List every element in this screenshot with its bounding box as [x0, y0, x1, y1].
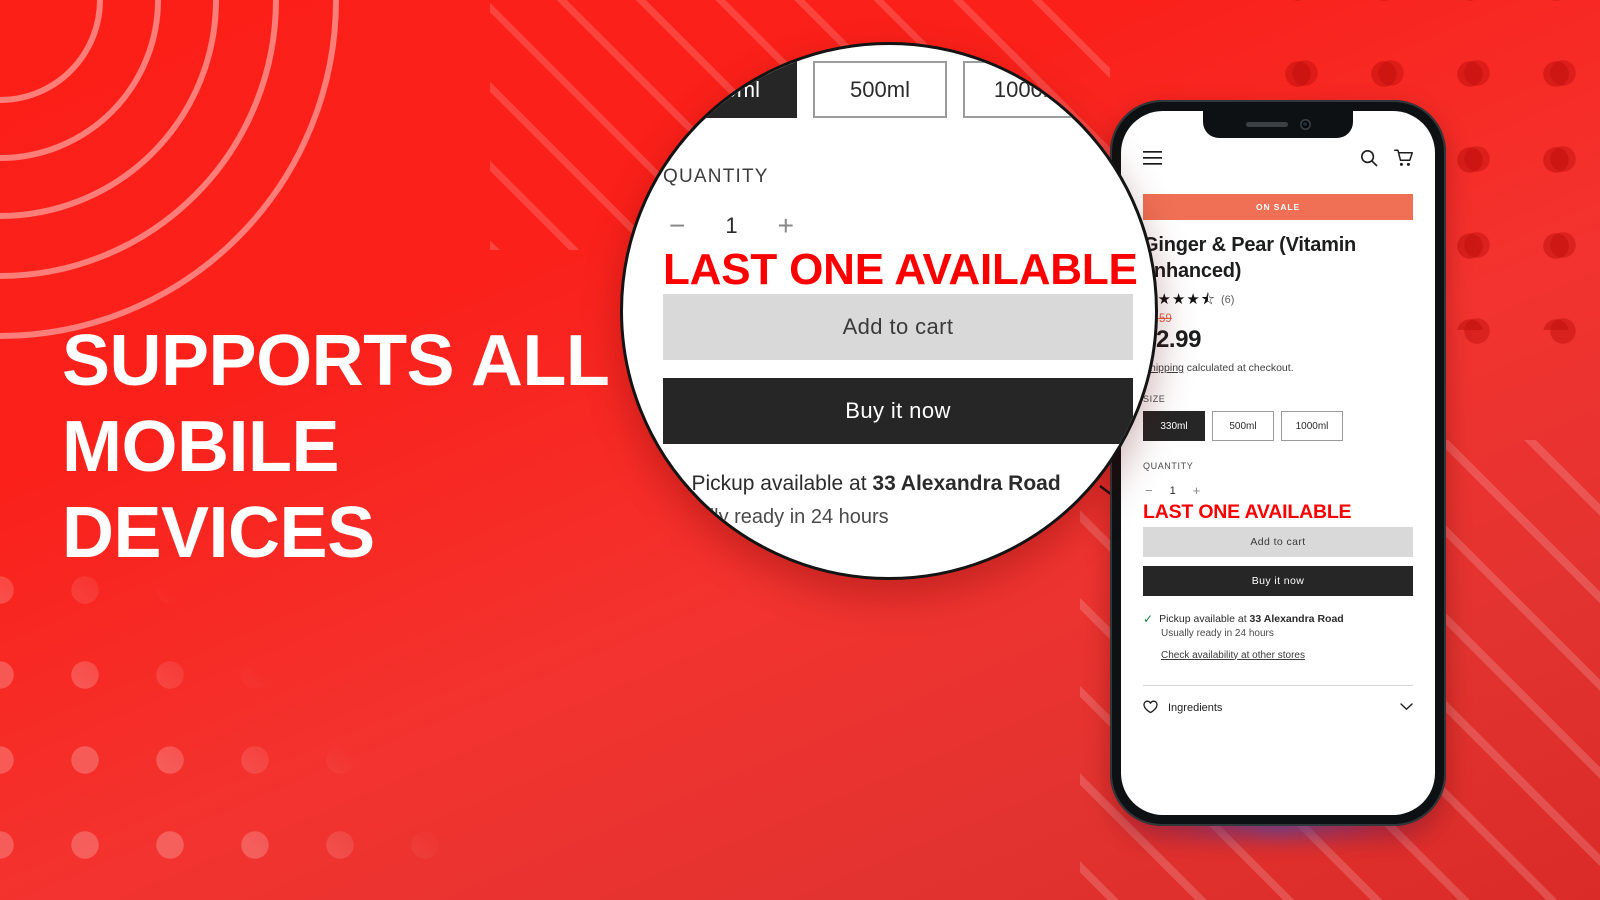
pickup-status: ✓ Pickup available at 33 Alexandra Road	[1143, 613, 1413, 625]
magnified-buy-it-now-button[interactable]: Buy it now	[663, 378, 1133, 444]
magnified-stock-alert: LAST ONE AVAILABLE	[663, 245, 1138, 294]
product-rating[interactable]: ★★★★⯪ (6)	[1143, 292, 1413, 307]
magnified-add-to-cart-button[interactable]: Add to cart	[663, 294, 1133, 360]
magnified-size-option-330ml[interactable]: 330ml	[663, 61, 797, 118]
chevron-down-icon[interactable]	[1400, 702, 1413, 714]
magnified-pickup-text: Pickup available at 33 Alexandra Road	[691, 472, 1060, 496]
phone-screen: ON SALE Ginger & Pear (Vitamin enhanced)…	[1121, 111, 1435, 815]
status-badge: ON SALE	[1143, 194, 1413, 220]
magnified-size-option-group: 330ml 500ml 1000ml	[663, 61, 1133, 118]
size-option-group: 330ml 500ml 1000ml	[1143, 411, 1413, 441]
quantity-increase-button[interactable]: +	[1193, 484, 1201, 497]
front-camera-icon	[1299, 119, 1311, 130]
pickup-text: Pickup available at 33 Alexandra Road	[1159, 613, 1344, 625]
shopping-cart-icon[interactable]	[1394, 149, 1413, 172]
phone-device: ON SALE Ginger & Pear (Vitamin enhanced)…	[1110, 100, 1446, 826]
pickup-prefix: Pickup available at	[1159, 612, 1250, 625]
magnified-size-option-1000ml[interactable]: 1000ml	[963, 61, 1097, 118]
quantity-label: QUANTITY	[1143, 461, 1194, 471]
size-option-500ml[interactable]: 500ml	[1212, 411, 1274, 441]
magnified-quantity-stepper[interactable]: − 1 +	[663, 206, 1133, 240]
accordion-label: Ingredients	[1168, 702, 1223, 714]
magnifier-callout: 330ml 500ml 1000ml QUANTITY − 1 + LAST O…	[620, 42, 1158, 580]
quantity-value[interactable]: 1	[1170, 485, 1176, 497]
magnifier-content: 330ml 500ml 1000ml QUANTITY − 1 + LAST O…	[663, 61, 1138, 529]
pickup-ready-time: Usually ready in 24 hours	[1161, 627, 1274, 639]
pickup-store-name: 33 Alexandra Road	[1249, 612, 1344, 625]
search-icon[interactable]	[1360, 149, 1378, 172]
shipping-note-rest: calculated at checkout.	[1183, 362, 1294, 374]
magnified-pickup-status: ✓ Pickup available at 33 Alexandra Road	[663, 472, 1133, 496]
add-to-cart-button[interactable]: Add to cart	[1143, 526, 1413, 557]
compare-at-price: $4.59	[1143, 313, 1413, 325]
check-icon: ✓	[1143, 611, 1154, 626]
accordion-item-ingredients[interactable]: Ingredients	[1143, 686, 1413, 717]
phone-notch	[1203, 111, 1353, 138]
magnified-quantity-increase-button[interactable]: +	[778, 212, 794, 240]
magnified-check-icon: ✓	[663, 470, 682, 495]
magnified-pickup-store-name: 33 Alexandra Road	[872, 472, 1061, 495]
app-bar-actions	[1360, 149, 1413, 172]
product-price: $2.99	[1143, 326, 1202, 353]
magnified-quantity-value[interactable]: 1	[725, 213, 737, 239]
quantity-stepper[interactable]: − 1 +	[1143, 478, 1413, 497]
size-option-1000ml[interactable]: 1000ml	[1281, 411, 1343, 441]
speaker-icon	[1245, 122, 1288, 127]
magnified-quantity-decrease-button[interactable]: −	[669, 212, 685, 240]
product-title: Ginger & Pear (Vitamin enhanced)	[1143, 234, 1357, 282]
poster-canvas: SUPPORTS ALL MOBILE DEVICES ON SALE Ging…	[0, 0, 1600, 900]
magnified-pickup-availability: ✓ Pickup available at 33 Alexandra Road …	[663, 472, 1133, 529]
magnifier-lens: 330ml 500ml 1000ml QUANTITY − 1 + LAST O…	[620, 42, 1158, 580]
stock-alert: LAST ONE AVAILABLE	[1143, 501, 1352, 523]
check-other-stores-link[interactable]: Check availability at other stores	[1161, 650, 1305, 661]
shipping-note: Shipping calculated at checkout.	[1143, 362, 1413, 374]
magnified-size-option-500ml[interactable]: 500ml	[813, 61, 947, 118]
buy-it-now-button[interactable]: Buy it now	[1143, 565, 1413, 596]
magnified-pickup-prefix: Pickup available at	[691, 472, 873, 495]
magnified-quantity-label: QUANTITY	[663, 166, 769, 187]
heart-icon	[1143, 700, 1158, 717]
rating-count: (6)	[1221, 293, 1235, 306]
magnified-pickup-ready-time: Usually ready in 24 hours	[663, 506, 889, 528]
pickup-availability: ✓ Pickup available at 33 Alexandra Road …	[1143, 613, 1413, 663]
size-label: SIZE	[1143, 394, 1166, 404]
product-detail-page: ON SALE Ginger & Pear (Vitamin enhanced)…	[1121, 172, 1435, 717]
